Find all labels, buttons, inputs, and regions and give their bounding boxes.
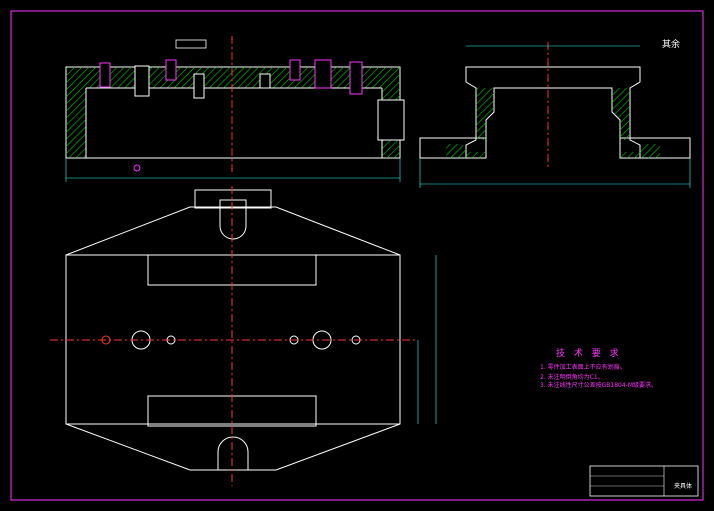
- bolt-hole-8: [349, 61, 363, 95]
- tech-requirement-3: 3. 未注线性尺寸公差按GB1804-M级要求。: [540, 382, 658, 389]
- side-boss: [377, 99, 405, 141]
- front-view-hatch-left: [66, 88, 86, 158]
- side-view: [419, 42, 691, 188]
- tolerance-frame: [175, 39, 207, 49]
- bolt-hole-7: [314, 59, 332, 89]
- bolt-hole-2: [134, 65, 150, 97]
- front-view: [65, 36, 405, 182]
- bolt-hole-1: [99, 62, 111, 88]
- side-hatch-l: [476, 88, 494, 140]
- u-slot-bottom: [217, 436, 249, 471]
- side-hatch-r: [612, 88, 630, 140]
- top-view-outline: [65, 206, 401, 471]
- part-name: 夹具体: [674, 483, 693, 490]
- tech-requirements-title: 技 术 要 求: [556, 349, 622, 359]
- roughness-note: 其余: [662, 40, 681, 50]
- bolt-hole-5: [259, 73, 271, 89]
- cad-drawing-canvas: [10, 10, 704, 501]
- bolt-hole-3: [165, 59, 177, 81]
- bolt-hole-6: [289, 59, 301, 81]
- top-view: [50, 186, 437, 486]
- datum-symbol: [133, 164, 141, 172]
- tech-requirement-1: 1. 零件加工表面上不应有划痕。: [540, 364, 626, 371]
- bolt-hole-4: [193, 73, 205, 99]
- u-slot-top: [219, 199, 247, 240]
